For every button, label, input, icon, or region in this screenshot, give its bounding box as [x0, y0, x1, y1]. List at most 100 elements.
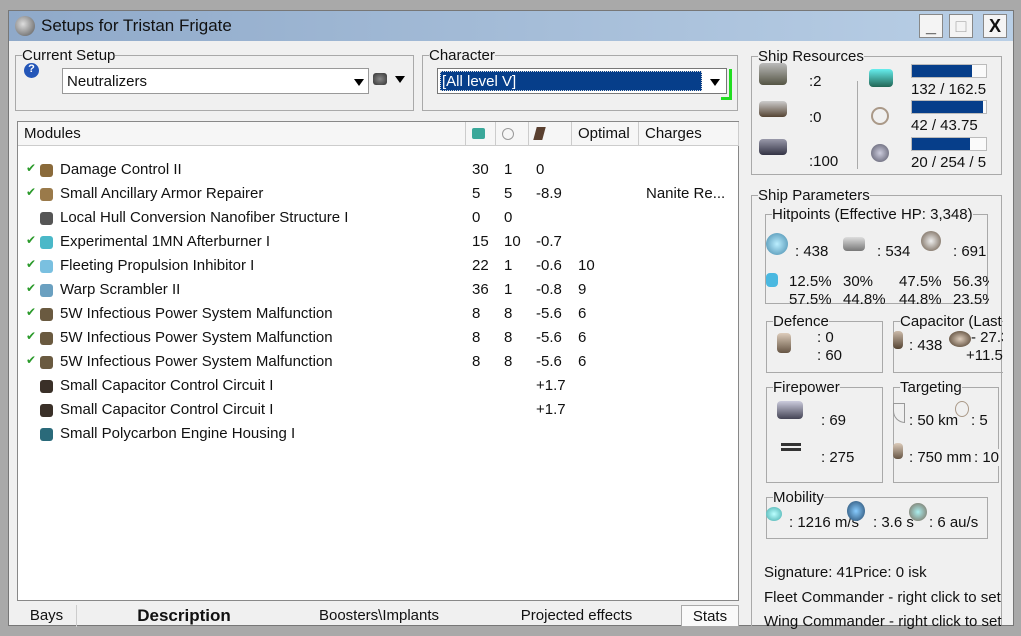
setup-window: Setups for Tristan Frigate _ □ X Current… — [8, 10, 1014, 630]
tab-projected-effects[interactable]: Projected effects — [499, 605, 654, 627]
window-title: Setups for Tristan Frigate — [41, 16, 232, 35]
check-icon[interactable]: ✔ — [26, 329, 36, 343]
module-capacitor: -5.6 — [536, 329, 562, 346]
capacitor-recharge-icon — [949, 331, 971, 347]
setup-menu-arrow-icon[interactable] — [395, 76, 405, 83]
capacitor-column-header[interactable] — [529, 122, 572, 146]
module-icon — [40, 260, 53, 273]
module-icon — [40, 428, 53, 441]
help-icon[interactable]: ? — [24, 63, 39, 78]
sensor-strength: : 10 — [974, 449, 999, 466]
module-row[interactable]: Small Capacitor Control Circuit I +1.7 — [18, 398, 738, 422]
max-targets: : 5 — [971, 412, 988, 429]
module-capacitor: -0.8 — [536, 281, 562, 298]
module-row[interactable]: ✔ 5W Infectious Power System Malfunction 8… — [18, 326, 738, 350]
module-optimal: 6 — [578, 329, 587, 346]
module-name: Experimental 1MN Afterburner I — [60, 233, 271, 250]
cpu-text: 132 / 162.5 — [911, 81, 987, 98]
shield-icon — [766, 233, 788, 255]
module-row[interactable]: ✔ Small Ancillary Armor Repairer 5 5 -8.9 Nan… — [18, 182, 738, 206]
powergrid-column-header[interactable] — [496, 122, 529, 146]
tab-stats[interactable]: Stats — [681, 605, 739, 627]
module-powergrid: 8 — [504, 305, 513, 322]
defence-value-2: : 60 — [817, 347, 843, 364]
armor-hp: : 534 — [877, 243, 911, 260]
module-row[interactable]: Local Hull Conversion Nanofiber Structur… — [18, 206, 738, 230]
cpu-bar — [911, 64, 987, 78]
charges-column-header[interactable]: Charges — [639, 122, 739, 146]
module-optimal: 6 — [578, 305, 587, 322]
cpu-column-header[interactable] — [466, 122, 496, 146]
maximize-button[interactable]: □ — [949, 14, 973, 38]
volley-value: : 275 — [821, 449, 855, 466]
resist-value: 12.5% — [789, 273, 832, 290]
module-row[interactable]: ✔ 5W Infectious Power System Malfunction 8… — [18, 302, 738, 326]
module-name: Small Capacitor Control Circuit I — [60, 377, 274, 394]
mobility-label: Mobility — [773, 489, 824, 506]
tab-description[interactable]: Description — [109, 605, 259, 627]
module-row[interactable]: ✔ Damage Control II 30 1 0 — [18, 158, 738, 182]
check-icon[interactable]: ✔ — [26, 185, 36, 199]
turret-count: :2 — [809, 73, 822, 90]
fleet-commander-slot[interactable]: Fleet Commander - right click to set — [764, 589, 1003, 606]
resist-em-icon — [766, 273, 778, 287]
tab-boosters-implants[interactable]: Boosters\Implants — [299, 605, 459, 627]
shield-hp: : 438 — [795, 243, 829, 260]
capacitor-delta: - 27.3 — [971, 329, 1003, 346]
module-row[interactable]: ✔ Warp Scrambler II 36 1 -0.8 9 — [18, 278, 738, 302]
warp-speed-icon — [909, 503, 927, 521]
align-time: : 3.6 s — [873, 514, 914, 531]
drone-bandwidth: :100 — [809, 153, 839, 170]
launcher-hardpoint-icon — [759, 101, 787, 117]
check-icon[interactable]: ✔ — [26, 353, 36, 367]
ship-tools-icon[interactable] — [373, 73, 387, 85]
check-icon[interactable]: ✔ — [26, 233, 36, 247]
drone-bay-bar — [911, 137, 987, 151]
title-bar[interactable]: Setups for Tristan Frigate _ □ X — [9, 11, 1013, 41]
modules-list[interactable]: Modules Optimal Charges ✔ Damage Control … — [17, 121, 739, 601]
module-cpu: 8 — [472, 305, 481, 322]
targeting-range: : 50 km — [909, 412, 959, 429]
module-cpu: 36 — [472, 281, 489, 298]
check-icon[interactable]: ✔ — [26, 257, 36, 271]
optimal-column-header[interactable]: Optimal — [572, 122, 639, 146]
module-name: Small Capacitor Control Circuit I — [60, 401, 274, 418]
module-row[interactable]: ✔ Experimental 1MN Afterburner I 15 10 -0.7 — [18, 230, 738, 254]
check-icon[interactable]: ✔ — [26, 281, 36, 295]
module-row[interactable]: Small Capacitor Control Circuit I +1.7 — [18, 374, 738, 398]
modules-header[interactable]: Modules — [18, 122, 466, 146]
turret-dps-icon — [777, 401, 803, 419]
turret-hardpoint-icon — [759, 63, 787, 85]
resist-value: 44.8% — [843, 291, 886, 308]
structure-hp: : 691 — [953, 243, 987, 260]
module-powergrid: 1 — [504, 161, 513, 178]
check-icon[interactable]: ✔ — [26, 161, 36, 175]
wing-commander-slot[interactable]: Wing Commander - right click to set — [764, 613, 1003, 630]
max-targets-icon — [955, 401, 969, 417]
module-row[interactable]: ✔ 5W Infectious Power System Malfunction 8… — [18, 350, 738, 374]
close-button[interactable]: X — [983, 14, 1007, 38]
module-name: Local Hull Conversion Nanofiber Structur… — [60, 209, 349, 226]
check-icon[interactable]: ✔ — [26, 305, 36, 319]
minimize-button[interactable]: _ — [919, 14, 943, 38]
tab-bays[interactable]: Bays — [17, 605, 77, 627]
module-row[interactable]: Small Polycarbon Engine Housing I — [18, 422, 738, 446]
targeting-group: Targeting — [893, 379, 999, 483]
module-row[interactable]: ✔ Fleeting Propulsion Inhibitor I 22 1 -0.6 1… — [18, 254, 738, 278]
module-cpu: 30 — [472, 161, 489, 178]
resist-value: 30% — [843, 273, 874, 290]
setup-dropdown[interactable]: Neutralizers — [62, 68, 369, 94]
module-capacitor: +1.7 — [536, 377, 566, 394]
module-cpu: 22 — [472, 257, 489, 274]
capacitor-label: Capacitor (Last — [900, 313, 1002, 330]
module-powergrid: 5 — [504, 185, 513, 202]
firepower-label: Firepower — [773, 379, 840, 396]
powergrid-text: 42 / 43.75 — [911, 117, 978, 134]
chevron-down-icon — [354, 79, 364, 86]
resist-value: 57.5% — [789, 291, 832, 308]
module-name: 5W Infectious Power System Malfunction — [60, 305, 333, 322]
character-dropdown[interactable]: [All level V] — [437, 68, 727, 94]
capacitor-capacity: : 438 — [909, 337, 943, 354]
module-cpu: 8 — [472, 329, 481, 346]
module-powergrid: 8 — [504, 353, 513, 370]
